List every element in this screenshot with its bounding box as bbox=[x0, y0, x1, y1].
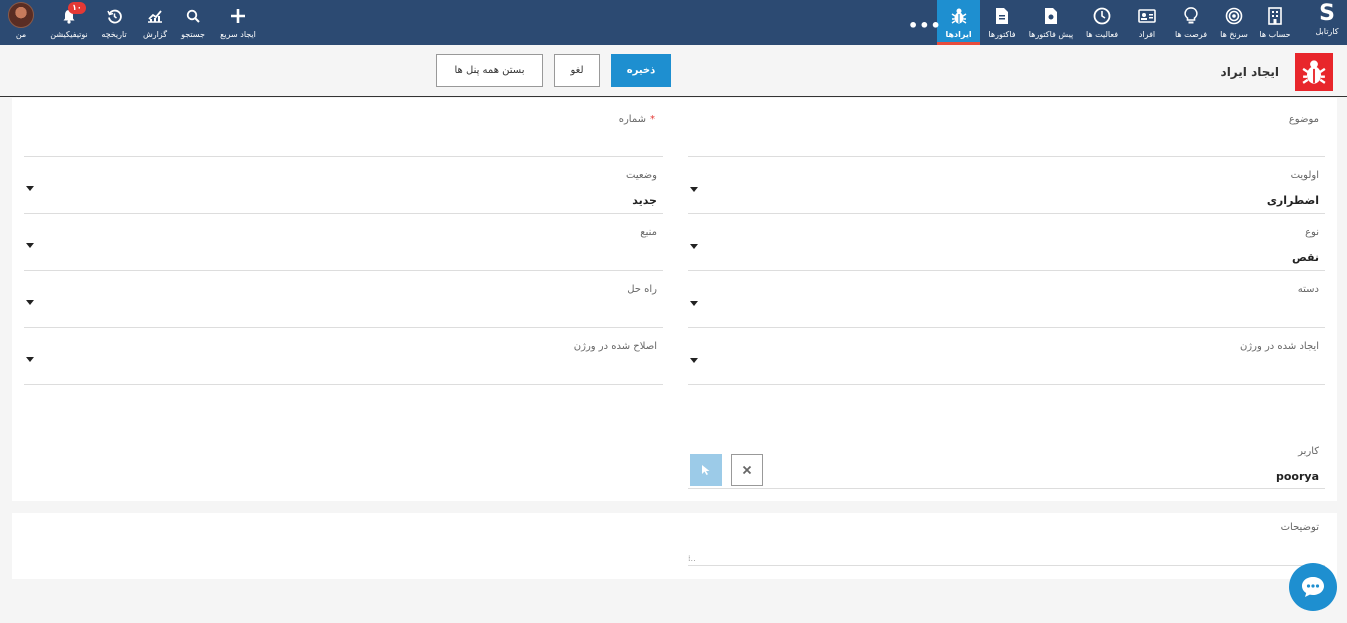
profile-button[interactable]: من bbox=[6, 0, 36, 45]
nav-item-invoices[interactable]: فاکتورها bbox=[982, 0, 1022, 45]
building-icon bbox=[1268, 5, 1282, 27]
chevron-down-icon bbox=[26, 186, 34, 191]
chevron-down-icon bbox=[26, 243, 34, 248]
top-navbar: S کارتابل حساب ها سرنخ ها فرصت ها افراد … bbox=[0, 0, 1347, 45]
close-icon bbox=[742, 465, 752, 475]
status-select[interactable]: وضعیت جدید bbox=[24, 164, 663, 214]
nav-item-label: فرصت ها bbox=[1174, 30, 1208, 39]
field-label: شماره * bbox=[618, 114, 655, 125]
avatar bbox=[8, 2, 34, 28]
description-textarea[interactable]: توضیحات ⁞.. bbox=[688, 516, 1325, 566]
chevron-down-icon bbox=[690, 244, 698, 249]
field-label: توضیحات bbox=[1280, 522, 1319, 533]
number-field[interactable]: شماره * bbox=[24, 108, 663, 157]
field-label: اصلاح شده در ورژن bbox=[573, 341, 657, 352]
plus-icon bbox=[230, 5, 246, 27]
nav-item-label: فاکتورها bbox=[988, 30, 1016, 39]
chevron-down-icon bbox=[690, 187, 698, 192]
nav-item-label: ایجاد سریع bbox=[220, 30, 256, 39]
nav-item-label: حساب ها bbox=[1259, 30, 1291, 39]
field-label: منبع bbox=[640, 227, 657, 238]
history-icon bbox=[106, 5, 122, 27]
field-label: دسته bbox=[1297, 284, 1319, 295]
field-label: راه حل bbox=[627, 284, 657, 295]
nav-item-accounts[interactable]: حساب ها bbox=[1258, 0, 1292, 45]
clock-icon bbox=[1093, 5, 1111, 27]
nav-item-label: من bbox=[15, 30, 27, 39]
nav-item-label: پیش فاکتورها bbox=[1028, 30, 1074, 39]
clear-user-button[interactable] bbox=[731, 454, 763, 486]
subject-field[interactable]: موضوع bbox=[688, 108, 1325, 157]
nav-item-activities[interactable]: فعالیت ها bbox=[1082, 0, 1122, 45]
nav-item-bugs[interactable]: ایرادها bbox=[937, 0, 980, 45]
nav-item-label: نوتیفیکیشن bbox=[50, 30, 88, 39]
resolution-select[interactable]: راه حل bbox=[24, 278, 663, 328]
found-in-version-select[interactable]: ایجاد شده در ورژن bbox=[688, 335, 1325, 385]
bug-icon bbox=[950, 5, 968, 27]
search-icon bbox=[186, 5, 200, 27]
notification-count-badge: ۱۰ bbox=[68, 2, 86, 14]
invoice-icon bbox=[995, 5, 1009, 27]
field-label: وضعیت bbox=[626, 170, 657, 181]
search-button[interactable]: جستجو bbox=[178, 0, 208, 45]
cancel-button[interactable]: لغو bbox=[554, 54, 600, 87]
cursor-arrow-icon bbox=[702, 465, 710, 475]
field-value: اضطراری bbox=[1266, 194, 1319, 207]
close-all-panels-button[interactable]: بستن همه پنل ها bbox=[436, 54, 543, 87]
more-menu-icon[interactable]: ••• bbox=[908, 16, 942, 35]
report-button[interactable]: گزارش bbox=[140, 0, 170, 45]
user-field[interactable]: کاربر poorya bbox=[688, 440, 1325, 489]
chat-button[interactable] bbox=[1289, 563, 1337, 611]
field-value: جدید bbox=[632, 194, 657, 207]
category-select[interactable]: دسته bbox=[688, 278, 1325, 328]
field-value: poorya bbox=[1275, 470, 1319, 483]
nav-item-label: کارتابل bbox=[1315, 27, 1339, 36]
nav-item-label: سرنخ ها bbox=[1220, 30, 1248, 39]
document-icon bbox=[1044, 5, 1058, 27]
field-label: کاربر bbox=[1298, 446, 1319, 457]
chat-bubble-icon bbox=[1302, 577, 1324, 597]
chevron-down-icon bbox=[690, 358, 698, 363]
priority-select[interactable]: اولویت اضطراری bbox=[688, 164, 1325, 214]
chevron-down-icon bbox=[690, 301, 698, 306]
save-button[interactable]: ذخیره bbox=[611, 54, 671, 87]
nav-item-label: ایرادها bbox=[945, 30, 972, 39]
source-select[interactable]: منبع bbox=[24, 221, 663, 271]
nav-item-label: فعالیت ها bbox=[1085, 30, 1119, 39]
field-label: اولویت bbox=[1290, 170, 1319, 181]
nav-item-leads[interactable]: سرنخ ها bbox=[1215, 0, 1253, 45]
nav-item-contacts[interactable]: افراد bbox=[1130, 0, 1164, 45]
nav-item-proforma[interactable]: پیش فاکتورها bbox=[1025, 0, 1077, 45]
nav-item-label: افراد bbox=[1138, 30, 1156, 39]
lightbulb-icon bbox=[1184, 5, 1198, 27]
quick-create-button[interactable]: ایجاد سریع bbox=[218, 0, 258, 45]
type-select[interactable]: نوع نقص bbox=[688, 221, 1325, 271]
page-header: ایجاد ایراد ذخیره لغو بستن همه پنل ها bbox=[0, 45, 1347, 97]
field-label: نوع bbox=[1305, 227, 1319, 238]
target-icon bbox=[1225, 5, 1243, 27]
nav-item-label: جستجو bbox=[181, 30, 205, 39]
bug-icon bbox=[1295, 53, 1333, 91]
resize-handle-icon[interactable]: ⁞.. bbox=[688, 554, 696, 563]
nav-item-label: تاریخچه bbox=[101, 30, 127, 39]
nav-item-label: گزارش bbox=[142, 30, 168, 39]
select-user-button[interactable] bbox=[690, 454, 722, 486]
chart-icon bbox=[147, 5, 163, 27]
field-label: موضوع bbox=[1288, 114, 1319, 125]
nav-item-cartable[interactable]: S کارتابل bbox=[1310, 0, 1344, 45]
required-marker: * bbox=[650, 114, 655, 125]
chevron-down-icon bbox=[26, 300, 34, 305]
fixed-in-version-select[interactable]: اصلاح شده در ورژن bbox=[24, 335, 663, 385]
field-value: نقص bbox=[1291, 251, 1319, 264]
chevron-down-icon bbox=[26, 357, 34, 362]
nav-item-opportunities[interactable]: فرصت ها bbox=[1172, 0, 1210, 45]
page-title: ایجاد ایراد bbox=[1220, 65, 1279, 79]
history-button[interactable]: تاریخچه bbox=[95, 0, 133, 45]
contact-card-icon bbox=[1138, 5, 1156, 27]
field-label: ایجاد شده در ورژن bbox=[1239, 341, 1319, 352]
brand-logo-icon: S bbox=[1319, 1, 1335, 26]
